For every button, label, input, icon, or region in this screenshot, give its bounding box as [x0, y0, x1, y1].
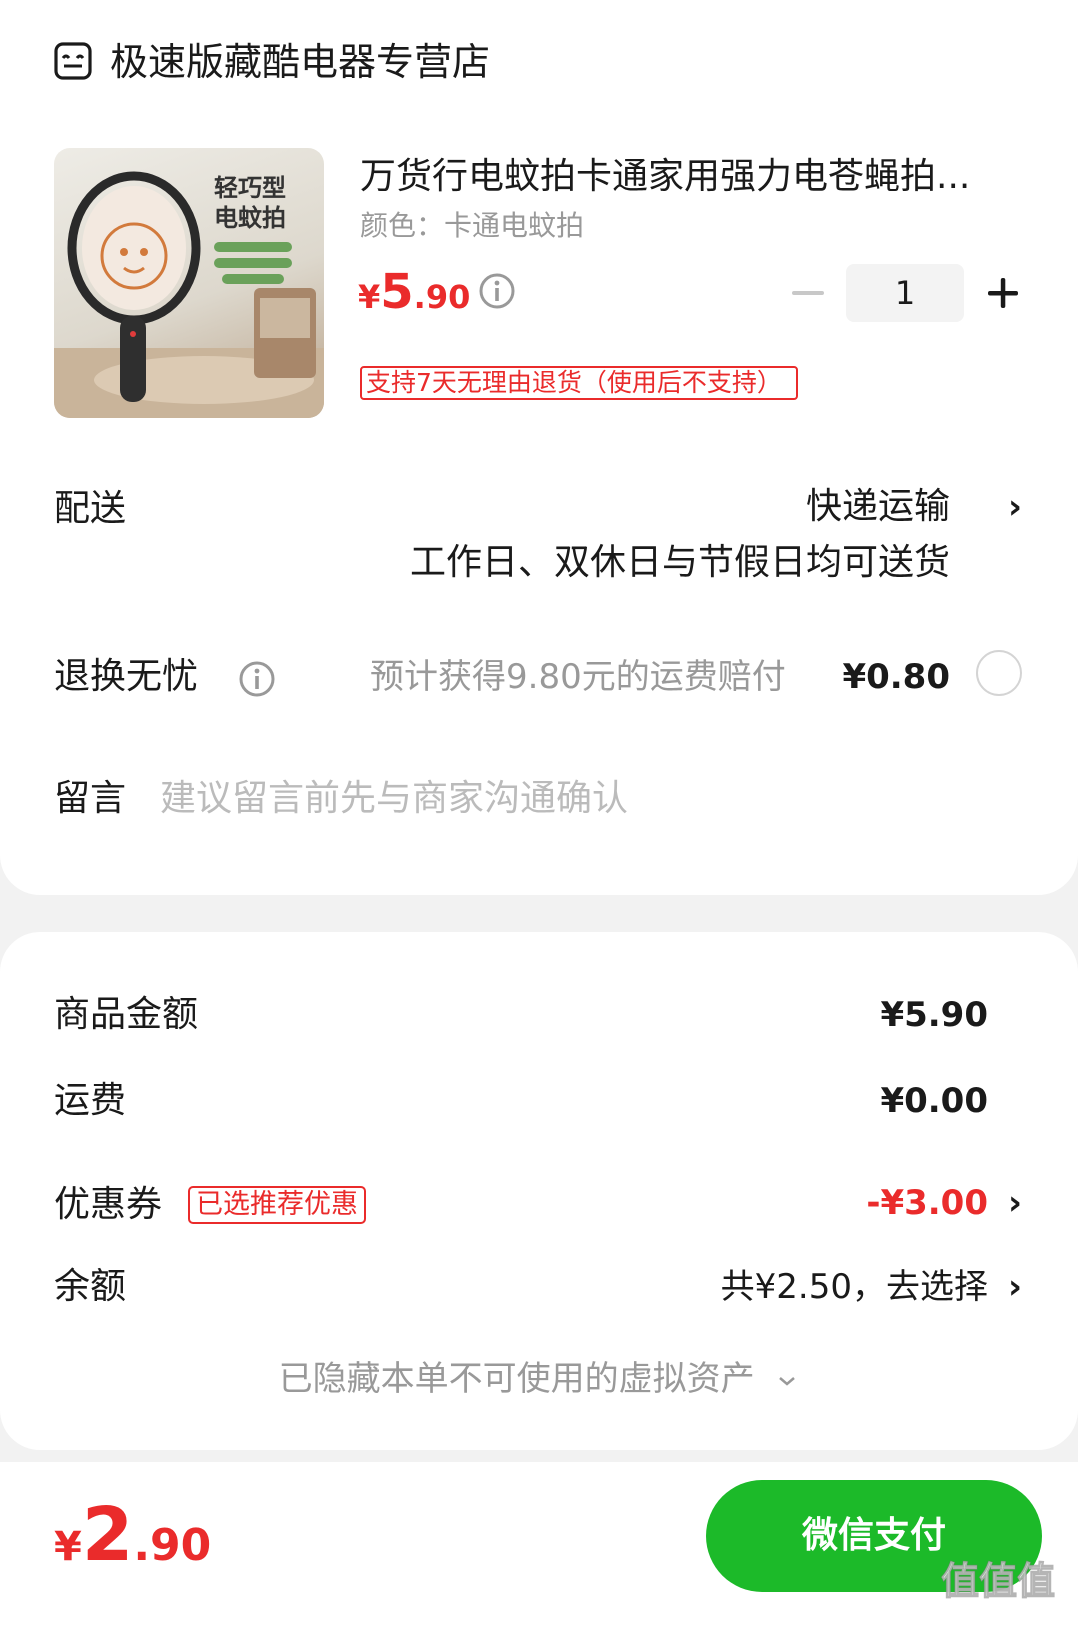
coupon-value[interactable]: -¥3.00: [866, 1178, 988, 1228]
product-title[interactable]: 万货行电蚊拍卡通家用强力电苍蝇拍...: [360, 152, 1030, 202]
refund-price: ¥0.80: [842, 657, 950, 697]
delivery-note: 工作日、双休日与节假日均可送货: [409, 542, 950, 583]
price-integer: 5: [380, 264, 414, 320]
quantity-decrease-button[interactable]: [790, 278, 826, 308]
total-decimal: .90: [133, 1520, 212, 1571]
delivery-label: 配送: [54, 488, 127, 529]
price-info-icon[interactable]: [478, 272, 516, 310]
coupon-label: 优惠券: [54, 1184, 163, 1225]
svg-text:值值值: 值值值: [941, 1559, 1055, 1603]
product-price: ¥5.90: [358, 262, 470, 333]
shipping-value: ¥0.00: [880, 1081, 988, 1121]
balance-value[interactable]: 共¥2.50，去选择: [721, 1262, 988, 1312]
coupon-badge: 已选推荐优惠: [188, 1186, 366, 1224]
hidden-assets-toggle[interactable]: 已隐藏本单不可使用的虚拟资产: [0, 1354, 1078, 1404]
total-price: ¥2.90: [54, 1480, 211, 1610]
order-card: 极速版藏酷电器专营店 轻巧型 电蚊拍 万货行电蚊拍卡通家用强力电苍蝇拍... 颜…: [0, 0, 1078, 895]
refund-label: 退换无忧: [54, 656, 199, 697]
chevron-down-icon: [779, 1376, 796, 1386]
goods-amount-value: ¥5.90: [880, 995, 988, 1035]
quantity-value[interactable]: 1: [846, 264, 964, 322]
goods-amount-label: 商品金额: [54, 994, 199, 1035]
delivery-method[interactable]: 快递运输: [806, 482, 950, 532]
message-label: 留言: [54, 778, 127, 819]
balance-label: 余额: [54, 1266, 127, 1307]
return-policy-badge: 支持7天无理由退货（使用后不支持）: [360, 366, 798, 400]
svg-text:电蚊拍: 电蚊拍: [214, 204, 286, 232]
quantity-increase-button[interactable]: [986, 276, 1020, 310]
shipping-label: 运费: [54, 1080, 127, 1121]
delivery-chevron-icon[interactable]: ›: [1008, 482, 1022, 532]
store-icon: [54, 40, 92, 82]
total-integer: 2: [81, 1492, 134, 1578]
price-currency: ¥: [358, 278, 381, 316]
watermark-logo: 值值值: [928, 1546, 1068, 1626]
total-currency: ¥: [54, 1524, 82, 1570]
balance-chevron-icon[interactable]: ›: [1008, 1262, 1022, 1312]
hidden-assets-text: 已隐藏本单不可使用的虚拟资产: [278, 1359, 755, 1399]
svg-text:轻巧型: 轻巧型: [214, 174, 286, 202]
product-image[interactable]: 轻巧型 电蚊拍: [54, 148, 324, 418]
coupon-chevron-icon[interactable]: ›: [1008, 1178, 1022, 1228]
refund-radio[interactable]: [976, 650, 1022, 696]
price-decimal: .90: [413, 278, 471, 316]
refund-note: 预计获得9.80元的运费赔付: [370, 657, 786, 697]
refund-info-icon[interactable]: [238, 660, 276, 698]
message-input[interactable]: [160, 770, 1020, 826]
store-name[interactable]: 极速版藏酷电器专营店: [110, 36, 490, 88]
product-spec[interactable]: 颜色：卡通电蚊拍: [360, 206, 584, 246]
